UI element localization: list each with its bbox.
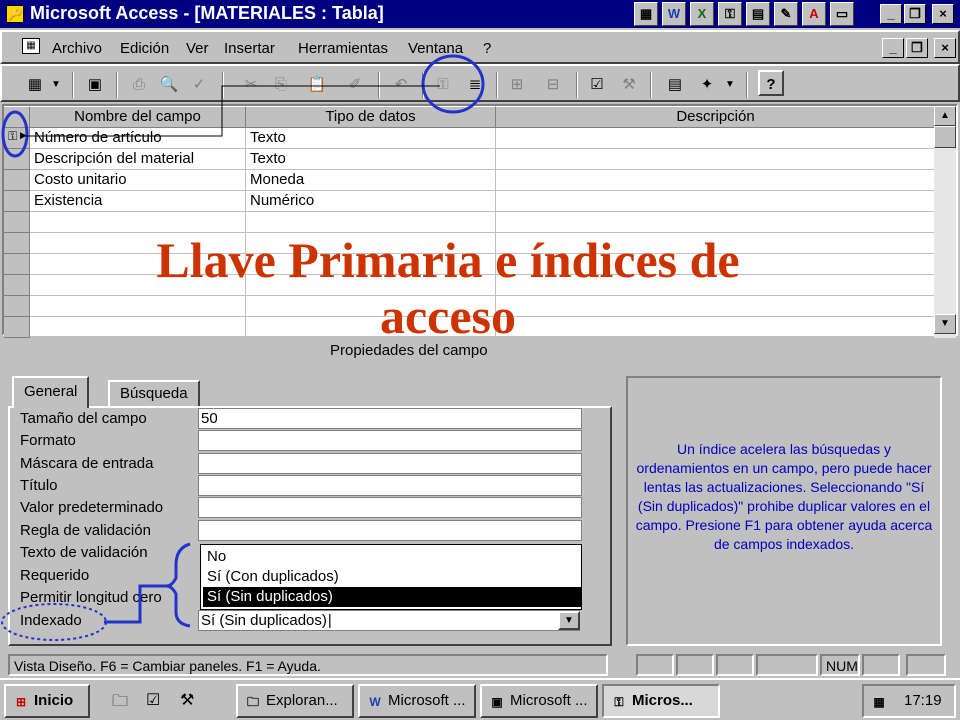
slide-title-overlay: Llave Primaria e índices de acceso — [156, 232, 740, 344]
annotation-connector-line — [26, 85, 440, 137]
annotation-circle-key-row — [1, 110, 29, 158]
annotation-layer — [1, 54, 485, 641]
tab-general[interactable]: General — [12, 376, 90, 408]
annotation-circle-primary-key — [421, 54, 485, 114]
annotation-arrow-indexed — [104, 584, 172, 624]
annotation-circle-indexed — [1, 603, 107, 641]
annotation-brace — [165, 542, 191, 628]
